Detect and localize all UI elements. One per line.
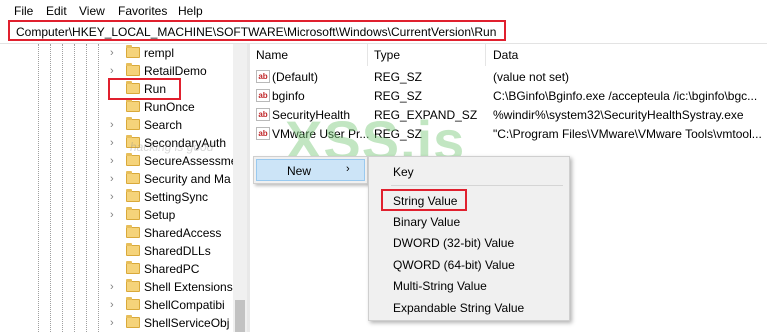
menu-favorites[interactable]: Favorites bbox=[118, 4, 167, 18]
tree-scrollbar[interactable] bbox=[233, 44, 247, 332]
value-row[interactable]: ab bginfo REG_SZ C:\BGinfo\Bginfo.exe /acce… bbox=[250, 87, 767, 105]
value-name: bginfo bbox=[272, 89, 305, 103]
folder-icon bbox=[126, 171, 140, 184]
string-value-icon: ab bbox=[256, 108, 270, 121]
run-highlight-box bbox=[108, 78, 181, 100]
value-data: C:\BGinfo\Bginfo.exe /accepteula /ic:\bg… bbox=[493, 89, 758, 103]
submenu-key[interactable]: Key bbox=[393, 165, 414, 179]
tree-item-label: Search bbox=[144, 118, 183, 132]
folder-icon bbox=[126, 189, 140, 202]
col-separator[interactable] bbox=[367, 44, 368, 66]
folder-icon bbox=[126, 243, 140, 256]
tree-item-label: Setup bbox=[144, 208, 176, 222]
tree-scrollbar-thumb[interactable] bbox=[235, 300, 245, 332]
menu-view[interactable]: View bbox=[79, 4, 105, 18]
tree-guide-line bbox=[62, 44, 63, 332]
tree-guide-line bbox=[86, 44, 87, 332]
tree-item-label: RunOnce bbox=[144, 100, 195, 114]
tree-item-label: SharedDLLs bbox=[144, 244, 211, 258]
tree-item-label: SettingSync bbox=[144, 190, 209, 204]
tree-item-label: Security and Ma bbox=[144, 172, 231, 186]
value-data: %windir%\system32\SecurityHealthSystray.… bbox=[493, 108, 744, 122]
string-value-icon: ab bbox=[256, 70, 270, 83]
chevron-right-icon: › bbox=[346, 163, 350, 175]
tree-item-label: ShellServiceObj bbox=[144, 316, 230, 330]
tree-item-label: SharedPC bbox=[144, 262, 200, 276]
chevron-right-icon[interactable]: › bbox=[110, 299, 120, 311]
chevron-right-icon[interactable]: › bbox=[110, 281, 120, 293]
folder-icon bbox=[126, 153, 140, 166]
tree-guide-line bbox=[50, 44, 51, 332]
tree-guide-line bbox=[74, 44, 75, 332]
menu-separator bbox=[391, 185, 563, 186]
chevron-right-icon[interactable] bbox=[110, 101, 120, 113]
chevron-right-icon[interactable]: › bbox=[110, 65, 120, 77]
value-type: REG_SZ bbox=[374, 70, 423, 84]
submenu-qword-value[interactable]: QWORD (64-bit) Value bbox=[393, 258, 515, 272]
submenu-binary-value[interactable]: Binary Value bbox=[393, 215, 460, 229]
tree-item-label: RetailDemo bbox=[144, 64, 207, 78]
submenu-multi-string-value[interactable]: Multi-String Value bbox=[393, 279, 487, 293]
folder-icon bbox=[126, 63, 140, 76]
menu-file[interactable]: File bbox=[14, 4, 33, 18]
value-data: (value not set) bbox=[493, 70, 570, 84]
chevron-right-icon[interactable]: › bbox=[110, 155, 120, 167]
folder-icon bbox=[126, 99, 140, 112]
tree-item-label: SecureAssessmen bbox=[144, 154, 245, 168]
menu-edit[interactable]: Edit bbox=[46, 4, 67, 18]
address-bar[interactable]: Computer\HKEY_LOCAL_MACHINE\SOFTWARE\Mic… bbox=[8, 20, 506, 41]
tree-item-label: SharedAccess bbox=[144, 226, 222, 240]
chevron-right-icon[interactable] bbox=[110, 263, 120, 275]
address-text: Computer\HKEY_LOCAL_MACHINE\SOFTWARE\Mic… bbox=[16, 25, 497, 39]
string-value-highlight-box bbox=[381, 189, 467, 211]
value-data: "C:\Program Files\VMware\VMware Tools\vm… bbox=[493, 127, 762, 141]
folder-icon bbox=[126, 297, 140, 310]
submenu-expandable-string-value[interactable]: Expandable String Value bbox=[393, 301, 524, 315]
chevron-right-icon[interactable] bbox=[110, 245, 120, 257]
value-name: (Default) bbox=[272, 70, 319, 84]
tree-guide-line bbox=[98, 44, 99, 332]
chevron-right-icon[interactable]: › bbox=[110, 137, 120, 149]
menu-item-new-label: New bbox=[287, 164, 312, 178]
new-submenu: Key String Value Binary Value DWORD (32-… bbox=[368, 156, 570, 321]
watermark-small: hacking is good bbox=[130, 140, 214, 154]
col-type-header[interactable]: Type bbox=[374, 48, 400, 62]
chevron-right-icon[interactable]: › bbox=[110, 47, 120, 59]
folder-icon bbox=[126, 207, 140, 220]
chevron-right-icon[interactable]: › bbox=[110, 209, 120, 221]
submenu-dword-value[interactable]: DWORD (32-bit) Value bbox=[393, 236, 514, 250]
chevron-right-icon[interactable]: › bbox=[110, 119, 120, 131]
value-row[interactable]: ab (Default) REG_SZ (value not set) bbox=[250, 68, 767, 86]
string-value-icon: ab bbox=[256, 89, 270, 102]
folder-icon bbox=[126, 225, 140, 238]
col-separator[interactable] bbox=[485, 44, 486, 66]
col-data-header[interactable]: Data bbox=[493, 48, 518, 62]
context-menu: New › bbox=[253, 156, 368, 184]
folder-icon bbox=[126, 315, 140, 328]
folder-icon bbox=[126, 45, 140, 58]
string-value-icon: ab bbox=[256, 127, 270, 140]
folder-icon bbox=[126, 117, 140, 130]
menu-bar: File Edit View Favorites Help bbox=[0, 0, 767, 20]
value-type: REG_SZ bbox=[374, 89, 423, 103]
chevron-right-icon[interactable]: › bbox=[110, 317, 120, 329]
tree-item-label: rempl bbox=[144, 46, 175, 60]
chevron-right-icon[interactable]: › bbox=[110, 173, 120, 185]
chevron-right-icon[interactable] bbox=[110, 227, 120, 239]
tree-guide-line bbox=[38, 44, 39, 332]
folder-icon bbox=[126, 279, 140, 292]
tree-item-label: ShellCompatibi bbox=[144, 298, 225, 312]
menu-help[interactable]: Help bbox=[178, 4, 203, 18]
col-name-header[interactable]: Name bbox=[256, 48, 288, 62]
chevron-right-icon[interactable]: › bbox=[110, 191, 120, 203]
folder-icon bbox=[126, 261, 140, 274]
tree-item-label: Shell Extensions bbox=[144, 280, 233, 294]
